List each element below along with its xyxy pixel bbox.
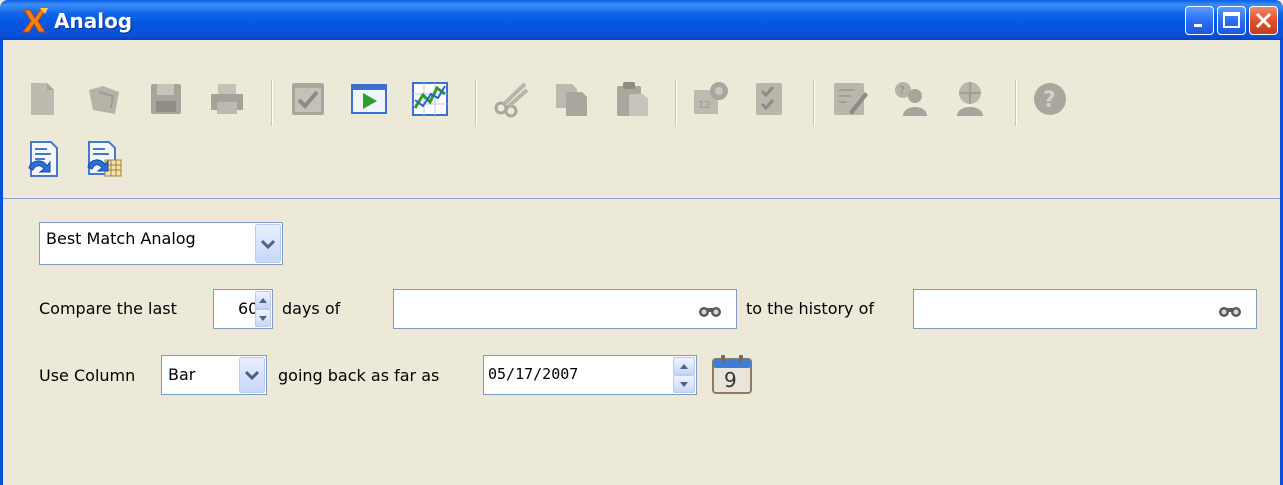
- start-date-value: 05/17/2007: [488, 365, 579, 383]
- run-icon[interactable]: [350, 80, 388, 118]
- close-icon: [1255, 12, 1272, 29]
- toolbar-separator: [675, 80, 677, 126]
- column-select[interactable]: Bar: [161, 355, 267, 395]
- cut-icon[interactable]: [493, 80, 531, 118]
- window-title: Analog: [54, 9, 133, 33]
- chevron-down-icon: [244, 370, 260, 381]
- refresh-table-icon[interactable]: [85, 140, 123, 178]
- calendar-settings-icon[interactable]: 12: [692, 80, 730, 118]
- checkbox-icon[interactable]: [751, 80, 789, 118]
- print-icon[interactable]: [208, 80, 246, 118]
- minimize-icon: [1194, 24, 1202, 27]
- days-stepper[interactable]: 60: [213, 289, 273, 329]
- refresh-document-icon[interactable]: [25, 140, 63, 178]
- dropdown-button[interactable]: [255, 224, 281, 263]
- dropdown-button[interactable]: [239, 357, 265, 393]
- use-column-label: Use Column: [39, 366, 136, 385]
- toolbar-separator: [271, 80, 273, 126]
- app-logo-icon: [22, 8, 48, 33]
- chevron-up-icon: [259, 298, 267, 303]
- column-value: Bar: [168, 365, 196, 384]
- analog-method-value: Best Match Analog: [46, 229, 196, 248]
- toolbar-separator: [813, 80, 815, 126]
- source-symbol-field[interactable]: [393, 289, 737, 329]
- analog-window: Analog 12 ? ? Best Match Analog Compare …: [0, 0, 1283, 485]
- going-back-label: going back as far as: [278, 366, 440, 385]
- svg-text:12: 12: [698, 100, 711, 111]
- svg-text:?: ?: [1043, 88, 1056, 113]
- history-symbol-field[interactable]: [913, 289, 1257, 329]
- calendar-day: 9: [724, 368, 737, 392]
- history-label: to the history of: [746, 299, 875, 318]
- maximize-button[interactable]: [1217, 6, 1246, 35]
- compare-prefix-label: Compare the last: [39, 299, 177, 318]
- chevron-down-icon: [680, 382, 688, 387]
- open-icon[interactable]: [85, 80, 123, 118]
- chevron-down-icon: [259, 316, 267, 321]
- edit-icon[interactable]: [831, 80, 869, 118]
- help-icon[interactable]: ?: [1031, 80, 1069, 118]
- checklist-icon[interactable]: [289, 80, 327, 118]
- maximize-icon: [1223, 12, 1240, 28]
- calendar-button[interactable]: 9: [710, 353, 754, 395]
- start-date-field[interactable]: 05/17/2007: [483, 355, 697, 395]
- users-help-icon[interactable]: ?: [891, 80, 929, 118]
- analog-form: Best Match Analog Compare the last 60 da…: [3, 200, 1280, 485]
- days-of-label: days of: [282, 299, 341, 318]
- toolbar-separator: [1015, 80, 1017, 126]
- date-up-button[interactable]: [673, 357, 695, 375]
- copy-icon[interactable]: [552, 80, 590, 118]
- chevron-down-icon: [260, 239, 276, 250]
- analog-method-select[interactable]: Best Match Analog: [39, 222, 283, 265]
- minimize-button[interactable]: [1185, 6, 1214, 35]
- chart-icon[interactable]: [411, 80, 449, 118]
- stepper-down-button[interactable]: [255, 309, 271, 327]
- save-icon[interactable]: [147, 80, 185, 118]
- close-button[interactable]: [1249, 6, 1278, 35]
- binoculars-icon[interactable]: [1218, 302, 1242, 318]
- paste-icon[interactable]: [613, 80, 651, 118]
- new-document-icon[interactable]: [23, 80, 61, 118]
- svg-text:?: ?: [899, 84, 905, 97]
- toolbar: 12 ? ?: [3, 40, 1280, 199]
- toolbar-separator: [475, 80, 477, 126]
- date-down-button[interactable]: [673, 375, 695, 393]
- binoculars-icon[interactable]: [698, 302, 722, 318]
- stepper-up-button[interactable]: [255, 291, 271, 309]
- chevron-up-icon: [680, 364, 688, 369]
- user-globe-icon[interactable]: [951, 80, 989, 118]
- title-bar[interactable]: Analog: [0, 0, 1283, 40]
